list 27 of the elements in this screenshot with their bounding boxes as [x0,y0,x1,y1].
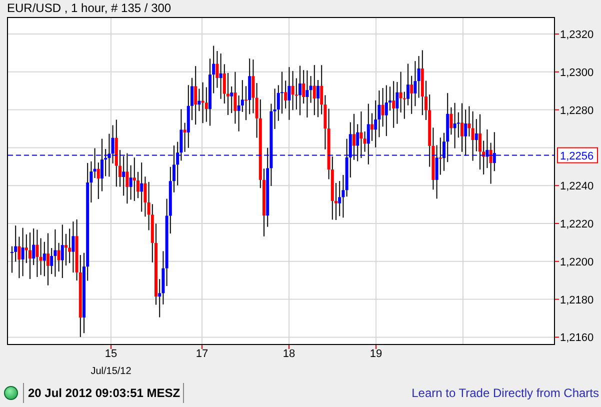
axis-label: 1,2240 [560,180,594,193]
tick-mark [554,71,560,72]
axis-label: 1,2280 [560,104,594,117]
axis-label: 1,2320 [560,29,594,41]
status-indicator-icon [4,386,18,400]
tick-mark [554,336,560,338]
tick-mark [554,185,560,186]
date-label: Jul/15/12 [90,366,132,377]
axis-label: 15 [104,348,118,360]
current-price-label: 1,2256 [557,147,598,164]
tick-mark [288,344,290,350]
axis-label: 17 [196,348,208,360]
chart-title: EUR/USD , 1 hour, # 135 / 300 [6,0,172,17]
axis-label: 1,2300 [560,66,594,79]
axis-label: 1,2160 [560,332,594,344]
axis-label: 18 [282,348,296,360]
axis-label: 1,2220 [560,218,594,230]
axis-label: 1,2180 [560,294,594,306]
axis-label: 1,2200 [560,256,594,268]
tick-mark [110,344,112,350]
trade-link[interactable]: Learn to Trade Directly from Charts [412,384,599,402]
timestamp: 20 Jul 2012 09:03:51 MESZ [28,385,180,402]
axis-label: 19 [370,348,382,360]
tick-mark [554,260,560,262]
tick-mark [554,298,560,300]
tick-mark [554,109,560,110]
tick-mark [554,223,560,224]
